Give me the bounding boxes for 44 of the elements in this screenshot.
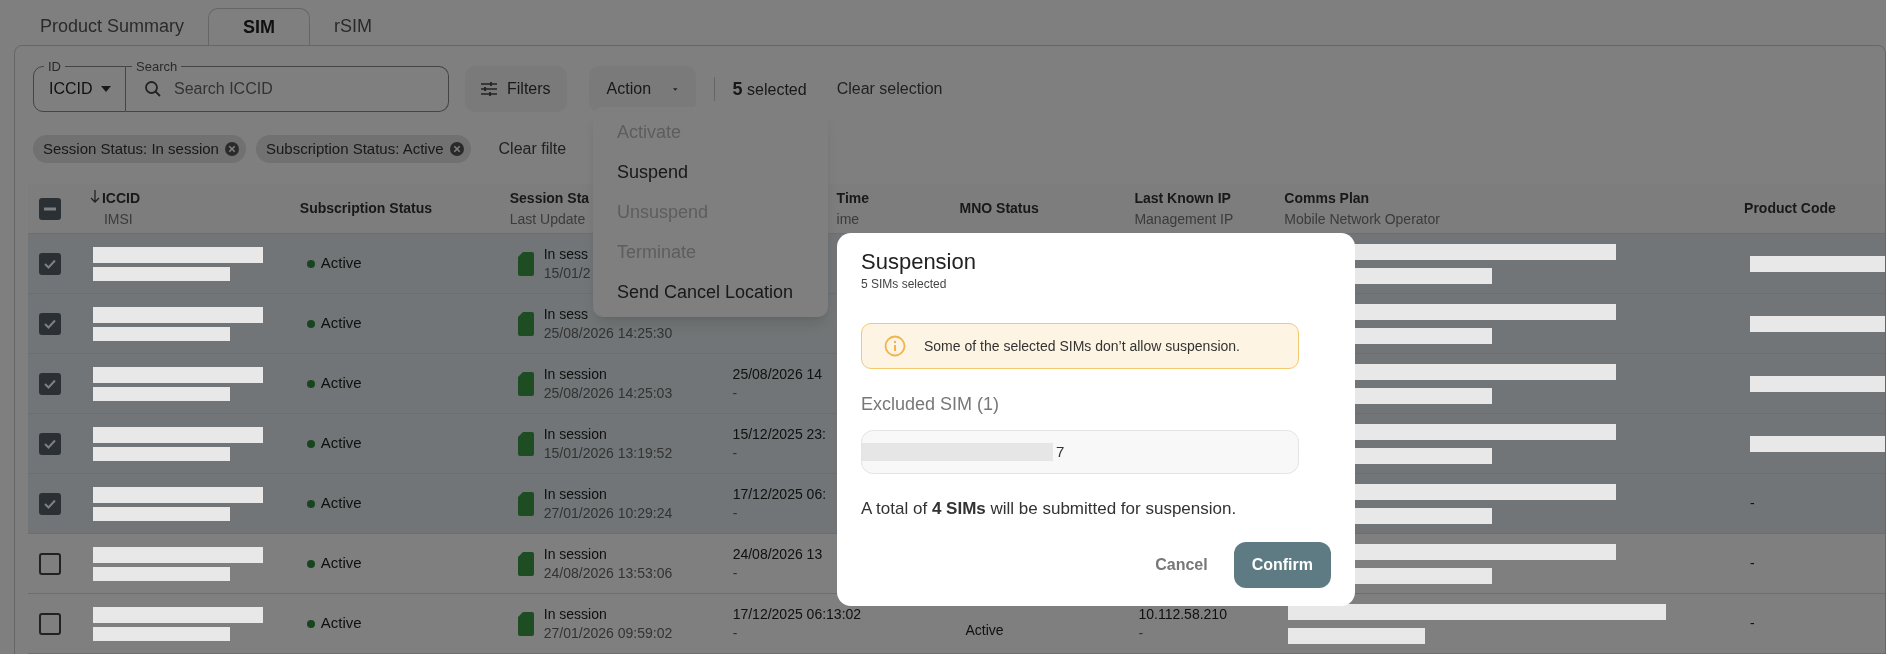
summary-text: A total of 4 SIMs will be submitted for suspension. — [861, 498, 1238, 520]
table-cell: 27/01/2026 10:29:24 — [543, 503, 673, 523]
dialog-title: Suspension — [861, 249, 977, 275]
table-cell: 27/01/2026 09:59:02 — [543, 623, 673, 643]
table-cell-text: - — [1750, 494, 1755, 513]
table-cell: - — [732, 623, 738, 643]
table-cell-text: - — [1750, 614, 1755, 633]
excluded-sim-field: 7 — [861, 430, 1299, 474]
excluded-label: Excluded SIM (1) — [861, 393, 1001, 416]
table-cell-text: In sess — [543, 304, 590, 324]
table-cell-text: Active — [320, 373, 362, 394]
table-cell-text: In sess — [543, 244, 590, 264]
table-cell: - — [1138, 623, 1144, 643]
table-cell-text: Active — [320, 613, 362, 634]
dialog-subtitle: 5 SIMs selected — [861, 276, 948, 293]
table-cell: 10.112.58.210 — [1138, 604, 1227, 624]
table-cell-text: In session — [543, 364, 608, 384]
table-cell-text: Active — [320, 493, 362, 514]
table-cell: 17/12/2025 06:13:02 — [732, 604, 862, 624]
table-cell: - — [732, 563, 738, 583]
table-cell-text: In session — [543, 424, 608, 444]
warning-text: Some of the selected SIMs don’t allow suspension. — [924, 336, 1240, 356]
table-cell: - — [732, 443, 738, 463]
table-cell: 25/08/2026 14 — [732, 364, 823, 384]
table-cell-text: In session — [543, 484, 608, 504]
table-cell: 25/08/2026 14:25:03 — [543, 383, 673, 403]
table-cell: 25/08/2026 14:25:30 — [543, 323, 673, 343]
table-cell: 24/08/2026 13 — [732, 544, 823, 564]
table-cell: 24/08/2026 13:53:06 — [543, 563, 673, 583]
table-cell-text: Active — [320, 553, 362, 574]
selection-count: 5 selected — [732, 77, 807, 101]
table-cell: 15/01/2026 13:19:52 — [543, 443, 673, 463]
table-cell-text: In session — [543, 604, 608, 624]
table-cell: - — [732, 383, 738, 403]
table-cell-text: Active — [320, 313, 362, 334]
table-cell-text: - — [1750, 554, 1755, 573]
table-cell: 17/12/2025 06: — [732, 484, 827, 504]
table-cell: 15/01/2 — [543, 263, 591, 283]
table-cell: 15/12/2025 23: — [732, 424, 826, 444]
table-cell: - — [732, 503, 738, 523]
table-cell-text: Active — [320, 253, 362, 274]
table-cell-text: In session — [543, 544, 608, 564]
table-cell-text: Active — [965, 621, 1005, 640]
table-cell-text: Active — [320, 433, 362, 454]
